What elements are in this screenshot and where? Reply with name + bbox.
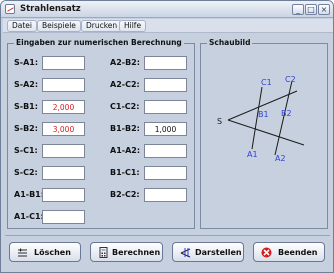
label-a2-b2: A2-B2: [110, 58, 140, 67]
label-s-a1: S-A1: [14, 58, 39, 67]
label-b2-c2: B2-C2: [110, 190, 140, 199]
field-s-b1[interactable] [42, 100, 85, 114]
exit-icon [261, 247, 272, 258]
calculator-icon [99, 247, 108, 258]
label-a1-c1: A1-C1: [14, 212, 44, 221]
label-point-b1: B1 [258, 110, 269, 119]
berechnen-button[interactable]: Berechnen [90, 242, 163, 262]
diagram-icon [180, 248, 191, 258]
field-a1-c1[interactable] [42, 210, 85, 224]
label-point-c2: C2 [285, 75, 296, 84]
ray-lower [227, 119, 305, 146]
label-point-s: S [217, 117, 222, 126]
label-s-c2: S-C2: [14, 168, 38, 177]
field-c1-c2[interactable] [144, 100, 187, 114]
label-b1-b2: B1-B2: [110, 124, 140, 133]
field-b1-c1[interactable] [144, 166, 187, 180]
line-a2-c2 [274, 80, 293, 156]
field-a1-b1[interactable] [42, 188, 85, 202]
darstellen-label: Darstellen [195, 248, 242, 257]
label-s-b1: S-B1: [14, 102, 38, 111]
title-bar[interactable]: Strahlensatz _ □ × [1, 1, 333, 18]
minimize-button[interactable]: _ [292, 4, 304, 15]
strahlensatz-diagram: S C1 C2 B1 B2 A1 A2 [217, 75, 305, 163]
maximize-button[interactable]: □ [305, 4, 317, 15]
field-a1-a2[interactable] [144, 144, 187, 158]
menu-hilfe[interactable]: Hilfe [119, 20, 147, 32]
label-s-a2: S-A2: [14, 80, 39, 89]
menu-datei[interactable]: Datei [7, 20, 38, 32]
label-s-b2: S-B2: [14, 124, 38, 133]
darstellen-button[interactable]: Darstellen [172, 242, 244, 262]
field-s-c2[interactable] [42, 166, 85, 180]
label-point-a2: A2 [275, 154, 286, 163]
field-s-b2[interactable] [42, 122, 85, 136]
field-b1-b2[interactable] [144, 122, 187, 136]
input-group-title: Eingaben zur numerischen Berechnung [14, 38, 184, 47]
field-s-a2[interactable] [42, 78, 85, 92]
loeschen-label: Löschen [34, 248, 71, 257]
label-point-c1: C1 [261, 78, 272, 87]
input-group: Eingaben zur numerischen Berechnung S-A1… [7, 38, 195, 229]
window-title: Strahlensatz [20, 4, 81, 14]
app-icon [5, 4, 15, 14]
clear-icon [18, 248, 27, 257]
label-a1-a2: A1-A2: [110, 146, 141, 155]
label-a2-c2: A2-C2: [110, 80, 140, 89]
field-a2-c2[interactable] [144, 78, 187, 92]
label-point-a1: A1 [247, 150, 258, 159]
beenden-button[interactable]: Beenden [253, 242, 325, 262]
label-a1-b1: A1-B1: [14, 190, 44, 199]
beenden-label: Beenden [278, 248, 318, 257]
label-s-c1: S-C1: [14, 146, 38, 155]
close-button[interactable]: × [318, 4, 330, 15]
label-point-b2: B2 [281, 109, 292, 118]
menu-beispiele[interactable]: Beispiele [37, 20, 81, 32]
menu-bar: Datei Beispiele Drucken Hilfe [3, 19, 333, 33]
loeschen-button[interactable]: Löschen [9, 242, 81, 262]
berechnen-label: Berechnen [112, 248, 161, 257]
label-b1-c1: B1-C1: [110, 168, 140, 177]
separator [5, 235, 330, 236]
app-window: Strahlensatz _ □ × Datei Beispiele Druck… [0, 0, 334, 273]
field-s-c1[interactable] [42, 144, 85, 158]
label-c1-c2: C1-C2: [110, 102, 140, 111]
field-s-a1[interactable] [42, 56, 85, 70]
field-b2-c2[interactable] [144, 188, 187, 202]
menu-drucken[interactable]: Drucken [81, 20, 123, 32]
field-a2-b2[interactable] [144, 56, 187, 70]
